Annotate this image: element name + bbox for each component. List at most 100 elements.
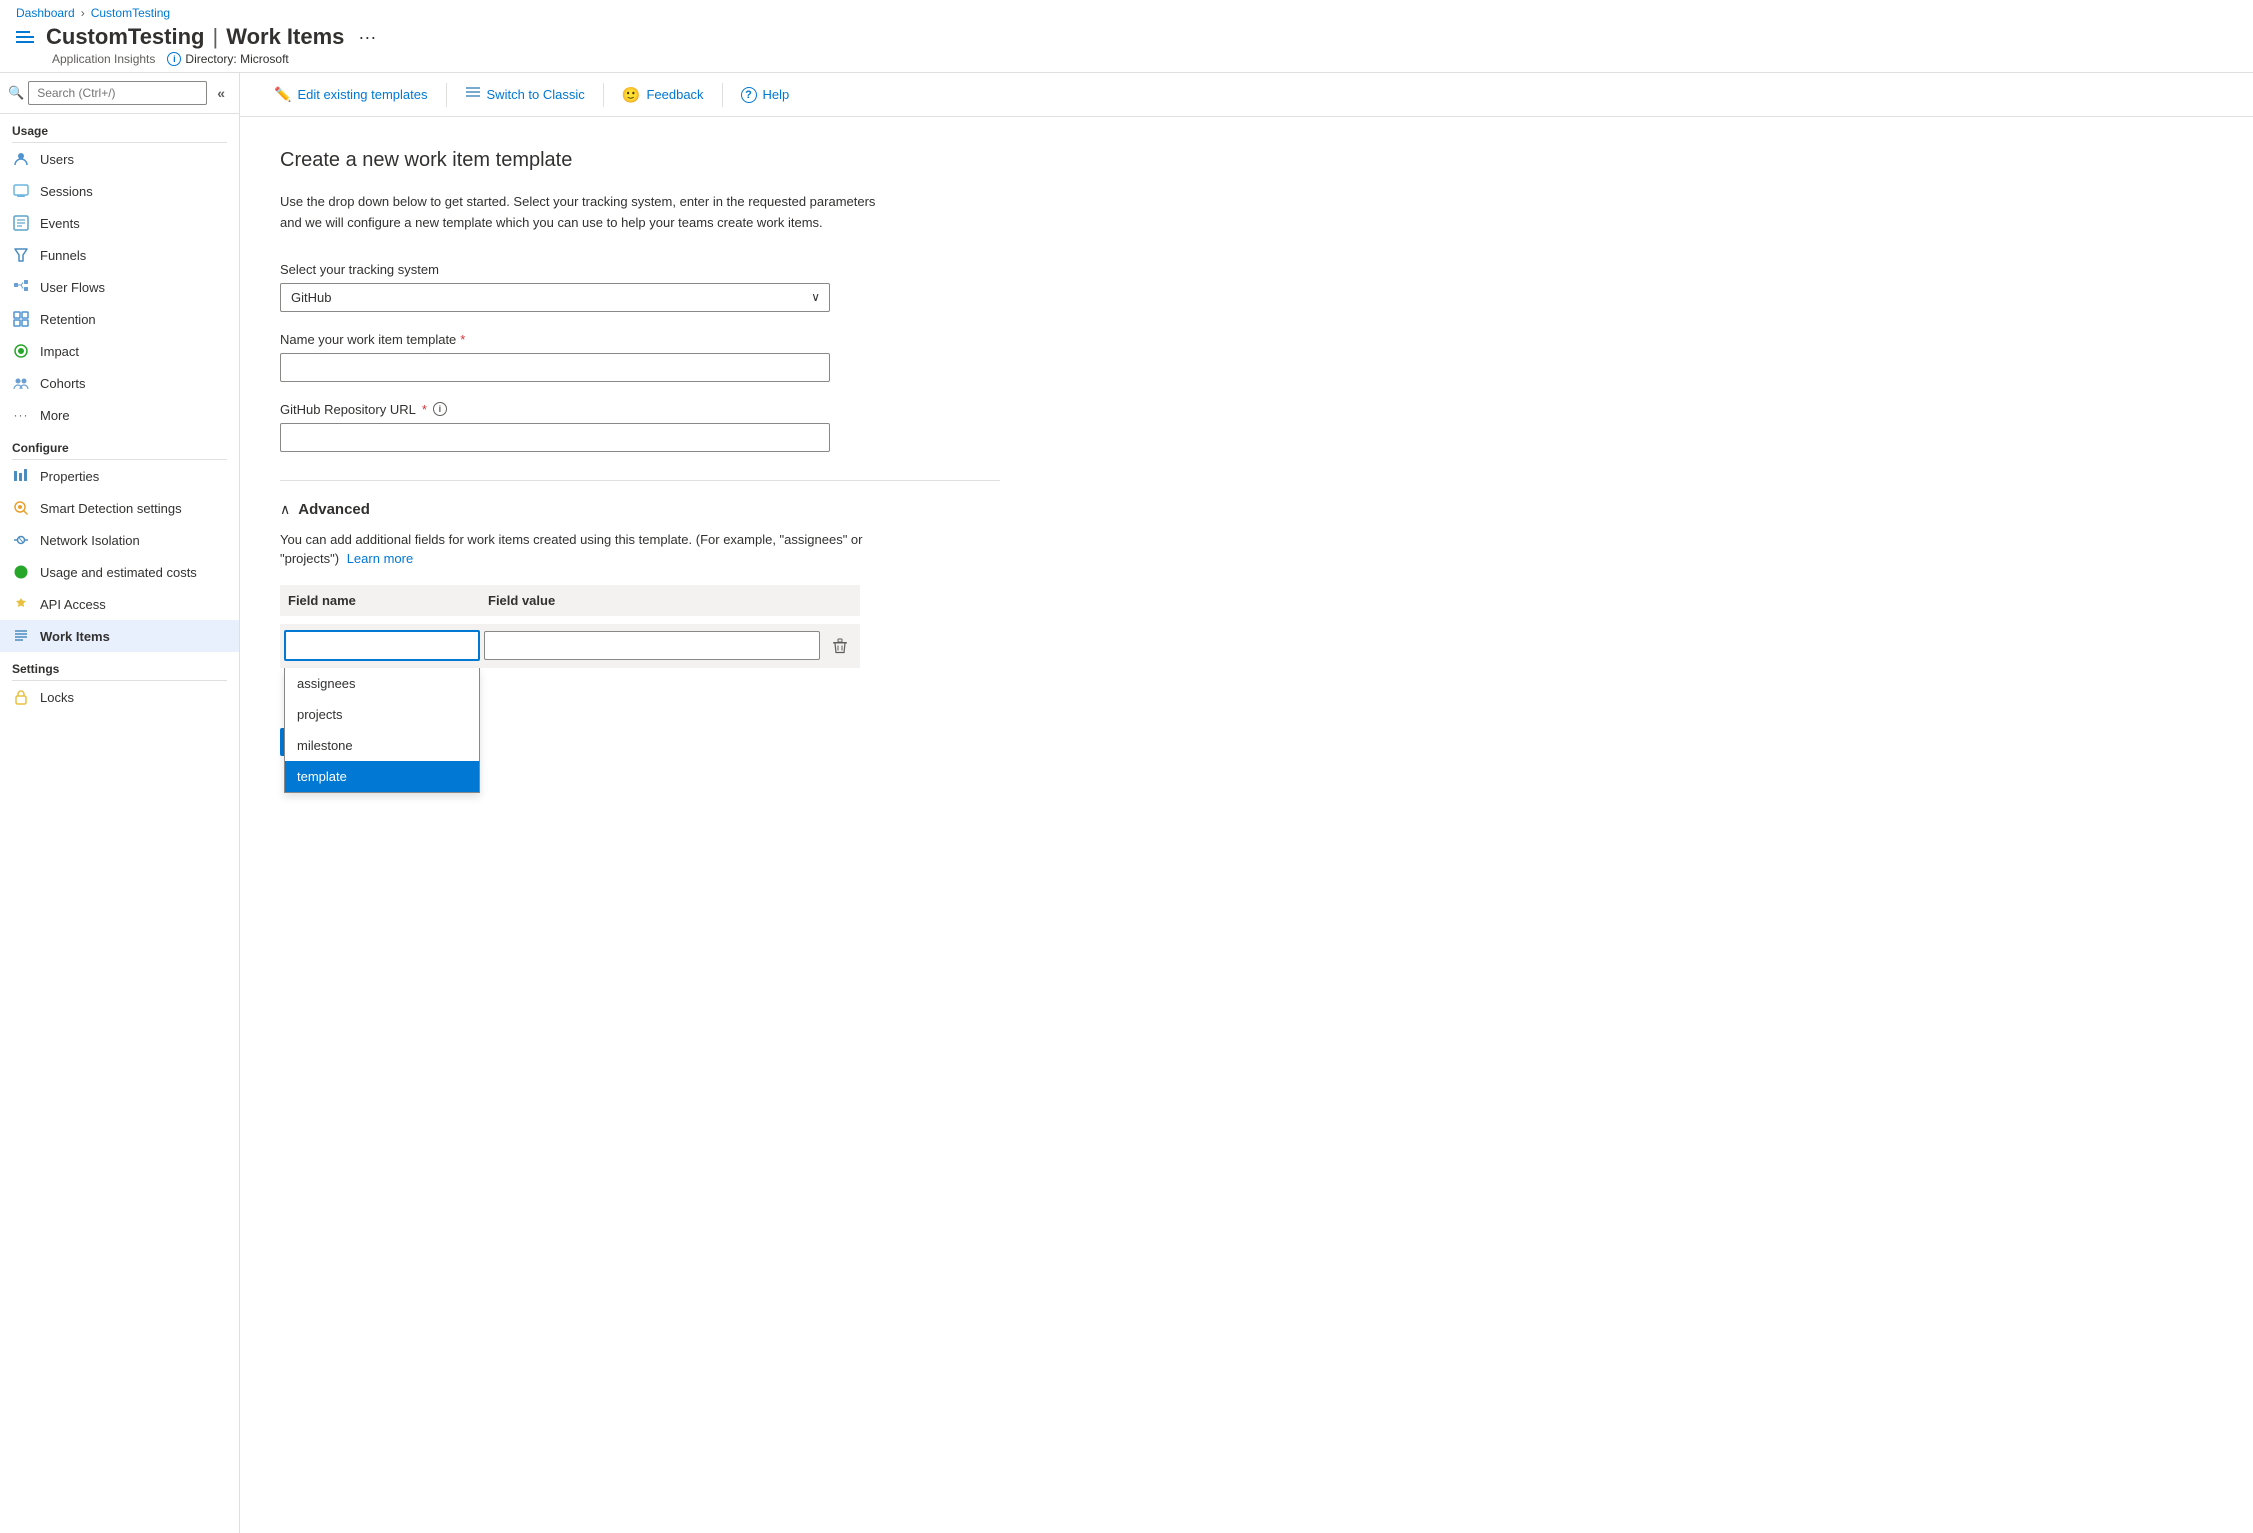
- form-group-tracking: Select your tracking system GitHub Azure…: [280, 262, 1000, 312]
- github-url-info-icon[interactable]: i: [433, 402, 447, 416]
- hamburger-icon[interactable]: [16, 31, 34, 43]
- content-inner: Create a new work item template Use the …: [240, 117, 1040, 788]
- configure-section: Configure Properties Smart Detection set…: [0, 431, 239, 652]
- feedback-button[interactable]: 🙂 Feedback: [612, 82, 714, 108]
- delete-field-button[interactable]: [824, 630, 856, 662]
- field-name-input[interactable]: [284, 630, 480, 661]
- search-icon: 🔍: [8, 85, 24, 101]
- page-subtitle: Work Items: [226, 24, 344, 50]
- suggestion-item-template[interactable]: template: [285, 761, 479, 792]
- advanced-header[interactable]: ∧ Advanced: [280, 501, 1000, 518]
- form-group-name: Name your work item template *: [280, 332, 1000, 382]
- impact-icon: [12, 342, 30, 360]
- directory-label: Directory: Microsoft: [185, 52, 288, 66]
- switch-classic-button[interactable]: Switch to Classic: [455, 81, 595, 108]
- api-access-icon: [12, 595, 30, 613]
- sidebar-item-sessions[interactable]: Sessions: [0, 175, 239, 207]
- right-panel: ✏️ Edit existing templates Switch to Cla…: [240, 73, 2253, 1533]
- question-icon: ?: [741, 87, 757, 103]
- users-label: Users: [40, 152, 74, 167]
- switch-classic-label: Switch to Classic: [487, 87, 585, 102]
- tracking-select-wrapper: GitHub Azure DevOps Jira ∨: [280, 283, 830, 312]
- sidebar-item-user-flows[interactable]: User Flows: [0, 271, 239, 303]
- chevron-up-icon: ∧: [280, 501, 290, 518]
- settings-section-label: Settings: [0, 652, 239, 680]
- breadcrumb-separator: ›: [81, 6, 85, 20]
- collapse-button[interactable]: «: [211, 83, 231, 103]
- content-description: Use the drop down below to get started. …: [280, 192, 880, 234]
- sidebar-item-work-items[interactable]: Work Items: [0, 620, 239, 652]
- smart-detection-icon: [12, 499, 30, 517]
- page-title-divider: |: [212, 24, 218, 50]
- usage-section-label: Usage: [0, 114, 239, 142]
- api-access-label: API Access: [40, 597, 106, 612]
- sessions-label: Sessions: [40, 184, 93, 199]
- events-icon: [12, 214, 30, 232]
- field-row: [280, 624, 860, 668]
- sidebar: 🔍 « Usage Users Sessions: [0, 73, 240, 1533]
- sidebar-item-usage-costs[interactable]: Usage and estimated costs: [0, 556, 239, 588]
- properties-icon: [12, 467, 30, 485]
- field-name-header: Field name: [280, 591, 480, 610]
- fields-table: Field name Field value: [280, 585, 860, 756]
- app-insights-row: Application Insights i Directory: Micros…: [52, 52, 2237, 66]
- sidebar-item-funnels[interactable]: Funnels: [0, 239, 239, 271]
- app-insights-label: Application Insights: [52, 52, 155, 66]
- toolbar-divider-3: [722, 83, 723, 107]
- sidebar-item-properties[interactable]: Properties: [0, 460, 239, 492]
- edit-templates-button[interactable]: ✏️ Edit existing templates: [264, 82, 438, 107]
- sidebar-item-more[interactable]: ··· More: [0, 399, 239, 431]
- suggestion-item-milestone[interactable]: milestone: [285, 730, 479, 761]
- breadcrumb-custom-testing[interactable]: CustomTesting: [91, 6, 170, 20]
- fields-header-row: Field name Field value: [280, 585, 860, 616]
- users-icon: [12, 150, 30, 168]
- name-required-star: *: [460, 332, 465, 347]
- github-url-required-star: *: [422, 402, 427, 417]
- field-value-input[interactable]: [484, 631, 820, 660]
- smart-detection-label: Smart Detection settings: [40, 501, 182, 516]
- sidebar-item-cohorts[interactable]: Cohorts: [0, 367, 239, 399]
- sidebar-item-events[interactable]: Events: [0, 207, 239, 239]
- funnels-icon: [12, 246, 30, 264]
- sidebar-item-impact[interactable]: Impact: [0, 335, 239, 367]
- sidebar-item-retention[interactable]: Retention: [0, 303, 239, 335]
- cohorts-label: Cohorts: [40, 376, 86, 391]
- breadcrumb-dashboard[interactable]: Dashboard: [16, 6, 75, 20]
- smiley-icon: 🙂: [622, 86, 641, 104]
- advanced-section: ∧ Advanced You can add additional fields…: [280, 480, 1000, 756]
- suggestion-item-assignees[interactable]: assignees: [285, 668, 479, 699]
- usage-section: Usage Users Sessions Events: [0, 114, 239, 431]
- main-layout: 🔍 « Usage Users Sessions: [0, 73, 2253, 1533]
- help-button[interactable]: ? Help: [731, 83, 800, 107]
- sidebar-item-locks[interactable]: Locks: [0, 681, 239, 713]
- toolbar: ✏️ Edit existing templates Switch to Cla…: [240, 73, 2253, 117]
- retention-icon: [12, 310, 30, 328]
- content-area: Create a new work item template Use the …: [240, 117, 2253, 1533]
- search-input[interactable]: [28, 81, 207, 105]
- tracking-select[interactable]: GitHub Azure DevOps Jira: [280, 283, 830, 312]
- suggestion-item-projects[interactable]: projects: [285, 699, 479, 730]
- page-title-row: CustomTesting | Work Items ···: [16, 24, 2237, 50]
- sidebar-item-api-access[interactable]: API Access: [0, 588, 239, 620]
- sidebar-item-network-isolation[interactable]: Network Isolation: [0, 524, 239, 556]
- sidebar-item-users[interactable]: Users: [0, 143, 239, 175]
- sessions-icon: [12, 182, 30, 200]
- github-url-input[interactable]: [280, 423, 830, 452]
- directory-info: i Directory: Microsoft: [167, 52, 288, 66]
- learn-more-link[interactable]: Learn more: [347, 551, 413, 566]
- top-header: Dashboard › CustomTesting CustomTesting …: [0, 0, 2253, 73]
- advanced-description: You can add additional fields for work i…: [280, 530, 880, 569]
- list-icon: [465, 85, 481, 104]
- work-items-icon: [12, 627, 30, 645]
- advanced-title: Advanced: [298, 501, 370, 518]
- name-input[interactable]: [280, 353, 830, 382]
- sidebar-item-smart-detection[interactable]: Smart Detection settings: [0, 492, 239, 524]
- pencil-icon: ✏️: [274, 86, 291, 103]
- cohorts-icon: [12, 374, 30, 392]
- more-button[interactable]: ···: [352, 25, 382, 50]
- github-url-label: GitHub Repository URL * i: [280, 402, 1000, 417]
- content-title: Create a new work item template: [280, 149, 1000, 172]
- page-title: CustomTesting: [46, 24, 204, 50]
- suggestions-dropdown: assignees projects milestone template: [284, 668, 480, 793]
- usage-costs-label: Usage and estimated costs: [40, 565, 197, 580]
